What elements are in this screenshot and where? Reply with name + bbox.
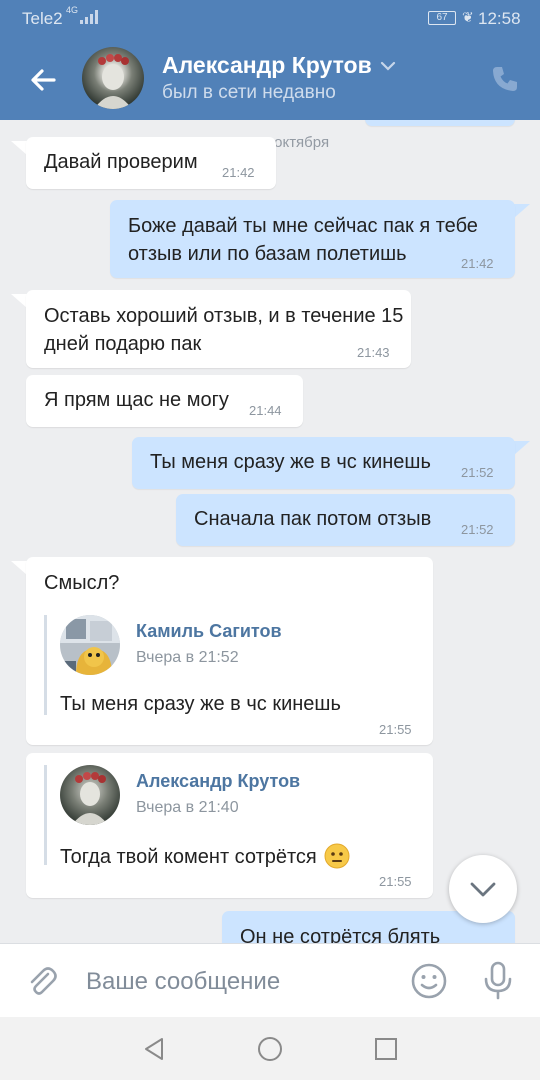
message-bubble[interactable]: Оставь хороший отзыв, и в течение 15 дне…: [26, 290, 411, 368]
message-text: Давай проверим: [44, 151, 198, 173]
bubble-tail: [11, 294, 27, 308]
microphone-icon[interactable]: [480, 960, 516, 1000]
chat-header: Александр Крутов был в сети недавно: [0, 40, 540, 120]
message-bubble[interactable]: Смысл? Камиль Сагитов Вчера в 21:52 Ты м…: [26, 557, 433, 745]
message-time: 21:55: [379, 722, 412, 737]
scroll-to-bottom-button[interactable]: [449, 855, 517, 923]
message-time: 21:42: [461, 256, 494, 271]
message-bubble[interactable]: Ты меня сразу же в чс кинешь 21:52: [132, 437, 515, 489]
bubble-tail: [11, 561, 27, 575]
signal-icon: [80, 10, 98, 24]
clock: 12:58: [478, 9, 521, 28]
message-time: 21:52: [461, 465, 494, 480]
network-type: 4G: [66, 5, 79, 15]
back-arrow-icon[interactable]: [24, 60, 64, 100]
message-time: 21:44: [249, 403, 282, 418]
message-bubble[interactable]: Давай проверим 21:42: [26, 137, 276, 189]
battery-icon: 67: [428, 11, 456, 25]
forwarded-author[interactable]: Александр Крутов: [136, 771, 300, 792]
chevron-down-icon: [470, 882, 496, 897]
battery-saver-icon: ❦: [462, 9, 474, 25]
message-text: Боже давай ты мне сейчас пак я тебе отзы…: [128, 215, 478, 265]
nav-recent-icon[interactable]: [372, 1035, 400, 1063]
message-bubble[interactable]: Сначала пак потом отзыв 21:52: [176, 494, 515, 546]
message-text: Ты меня сразу же в чс кинешь: [150, 451, 431, 473]
status-bar: Tele2 4G 67 ❦ 12:58: [0, 0, 540, 40]
message-list[interactable]: Вчера, 3 октября Давай проверим 21:42 Бо…: [0, 120, 540, 943]
forwarded-text-content: Тогда твой комент сотрётся: [60, 846, 317, 868]
message-text: Я прям щас не могу: [44, 389, 229, 411]
contact-avatar[interactable]: [82, 47, 144, 109]
message-text: Он не сотрётся блять: [240, 926, 441, 943]
nav-home-icon[interactable]: [256, 1035, 284, 1063]
forwarded-author-avatar: [60, 765, 120, 825]
message-text: Смысл?: [44, 572, 120, 594]
forwarded-date: Вчера в 21:40: [136, 799, 239, 816]
contact-name[interactable]: Александр Крутов: [162, 52, 372, 79]
message-time: 21:55: [379, 874, 412, 889]
message-text: Оставь хороший отзыв, и в течение 15 дне…: [44, 305, 404, 355]
chevron-down-icon[interactable]: [378, 56, 398, 81]
smiley-icon[interactable]: [410, 962, 448, 1000]
forwarded-date: Вчера в 21:52: [136, 649, 239, 666]
nav-back-icon[interactable]: [140, 1035, 168, 1063]
message-time: 21:43: [357, 345, 390, 360]
bubble-tail: [514, 204, 530, 218]
message-time: 21:42: [222, 165, 255, 180]
message-input[interactable]: [86, 964, 386, 1000]
forwarded-message[interactable]: Камиль Сагитов Вчера в 21:52 Ты меня сра…: [44, 615, 404, 715]
paperclip-icon[interactable]: [24, 964, 60, 1000]
bubble-tail: [514, 441, 530, 455]
forwarded-author[interactable]: Камиль Сагитов: [136, 621, 282, 642]
forwarded-message[interactable]: Александр Крутов Вчера в 21:40 Тогда тво…: [44, 765, 404, 869]
forwarded-text: Ты меня сразу же в чс кинешь: [60, 693, 341, 715]
message-bubble[interactable]: Александр Крутов Вчера в 21:40 Тогда тво…: [26, 753, 433, 898]
system-nav-bar: [0, 1017, 540, 1080]
phone-icon[interactable]: [488, 62, 522, 96]
neutral-face-icon: [324, 843, 350, 869]
message-composer: [0, 943, 540, 1017]
contact-status: был в сети недавно: [162, 82, 336, 103]
message-bubble[interactable]: Боже давай ты мне сейчас пак я тебе отзы…: [110, 200, 515, 278]
carrier-label: Tele2: [22, 9, 63, 28]
forwarded-text: Тогда твой комент сотрётся: [60, 843, 350, 869]
bubble-tail: [11, 141, 27, 155]
message-bubble-partial[interactable]: [365, 120, 515, 126]
message-text: Сначала пак потом отзыв: [194, 508, 432, 530]
message-bubble[interactable]: Я прям щас не могу 21:44: [26, 375, 303, 427]
message-time: 21:52: [461, 522, 494, 537]
forwarded-author-avatar: [60, 615, 120, 675]
